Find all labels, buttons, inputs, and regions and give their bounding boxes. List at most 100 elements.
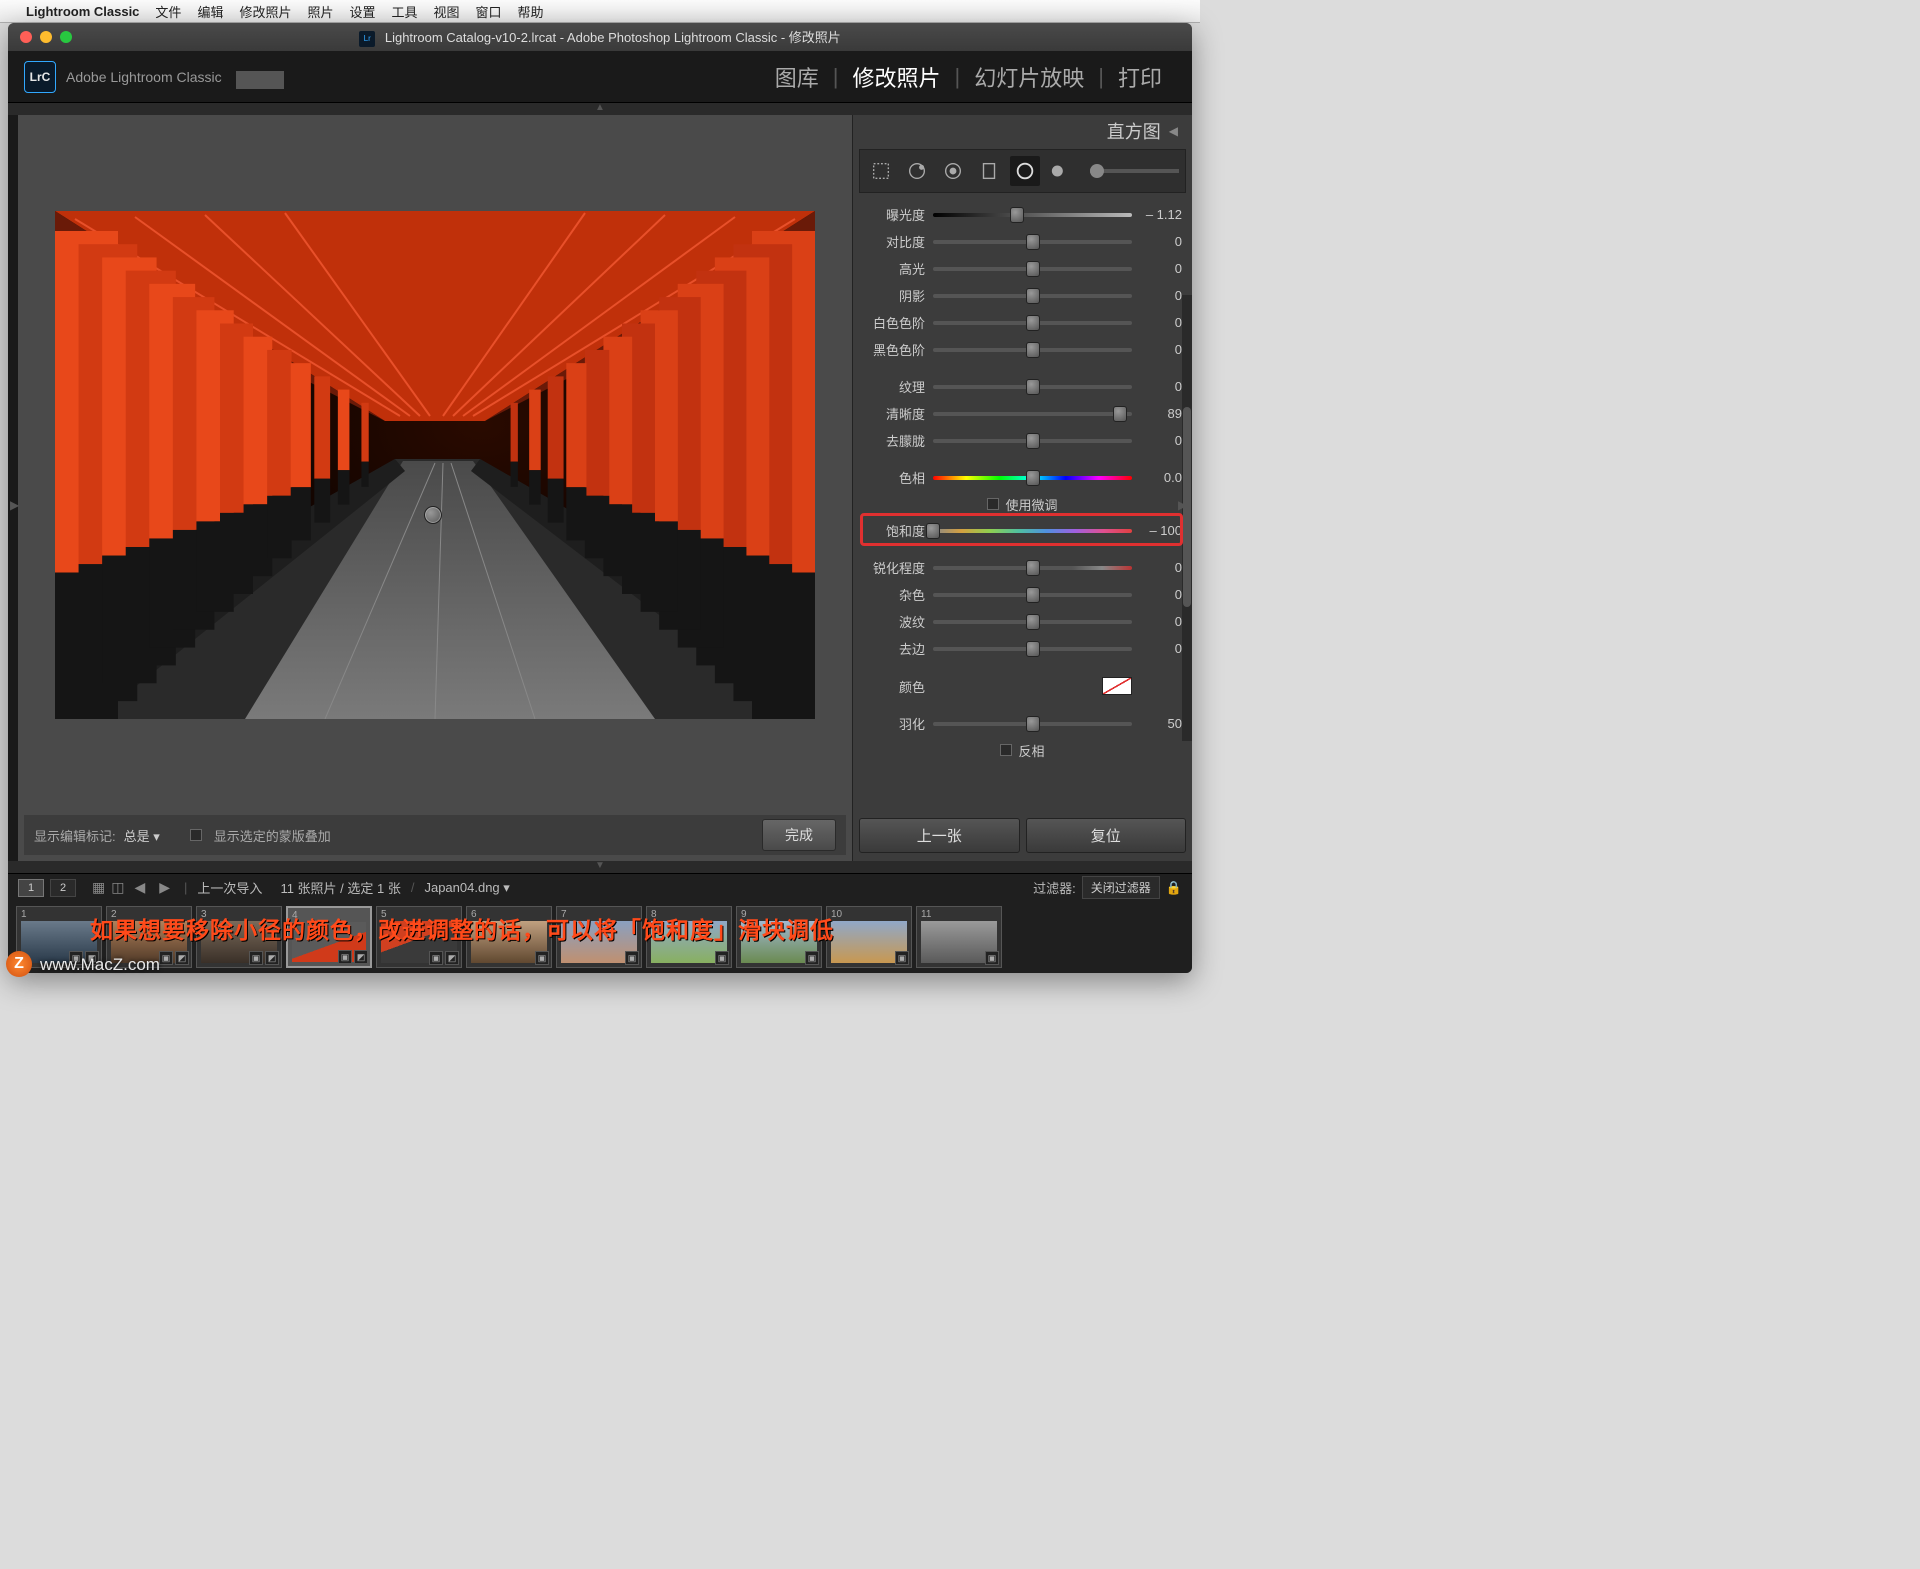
thumbnail-8[interactable]: 8▣ bbox=[646, 906, 732, 968]
monitor-1-button[interactable]: 1 bbox=[18, 879, 44, 897]
menu-file[interactable]: 文件 bbox=[155, 2, 181, 21]
spot-tool-icon[interactable] bbox=[902, 156, 932, 186]
slider-knob[interactable] bbox=[1026, 587, 1040, 603]
slider-track[interactable] bbox=[933, 722, 1132, 726]
color-swatch[interactable] bbox=[1102, 677, 1132, 695]
thumbnail-5[interactable]: 5▣◩ bbox=[376, 906, 462, 968]
slider-knob[interactable] bbox=[1026, 315, 1040, 331]
slider-knob[interactable] bbox=[1026, 433, 1040, 449]
histogram-panel-header[interactable]: 直方图 ◀ bbox=[853, 115, 1192, 147]
slider-value[interactable]: 0 bbox=[1132, 379, 1182, 394]
gradient-tool-icon[interactable] bbox=[974, 156, 1004, 186]
done-button[interactable]: 完成 bbox=[762, 819, 836, 851]
thumbnail-10[interactable]: 10▣ bbox=[826, 906, 912, 968]
panel-collapse-bottom[interactable]: ▼ bbox=[8, 861, 1192, 873]
slider-track[interactable] bbox=[933, 412, 1132, 416]
slider-track[interactable] bbox=[933, 321, 1132, 325]
slider-value[interactable]: 89 bbox=[1132, 406, 1182, 421]
radial-tool-icon[interactable] bbox=[1010, 156, 1040, 186]
right-expand-chevron[interactable]: ▶ bbox=[1178, 498, 1190, 518]
thumbnail-6[interactable]: 6▣ bbox=[466, 906, 552, 968]
adjustment-pin[interactable] bbox=[424, 506, 442, 524]
minimize-button[interactable] bbox=[40, 31, 52, 43]
slider-track[interactable] bbox=[933, 566, 1132, 570]
menu-tools[interactable]: 工具 bbox=[392, 2, 418, 21]
photo-preview[interactable] bbox=[55, 211, 815, 719]
slider-value[interactable]: 0 bbox=[1132, 433, 1182, 448]
slider-track[interactable] bbox=[933, 348, 1132, 352]
slider-value[interactable]: 0 bbox=[1132, 261, 1182, 276]
module-0[interactable]: 图库 bbox=[761, 61, 833, 93]
slider-track[interactable] bbox=[933, 647, 1132, 651]
menu-help[interactable]: 帮助 bbox=[518, 2, 544, 21]
slider-value[interactable]: 0 bbox=[1132, 342, 1182, 357]
slider-value[interactable]: 0.0 bbox=[1132, 470, 1182, 485]
slider-knob[interactable] bbox=[926, 523, 940, 539]
previous-button[interactable]: 上一张 bbox=[859, 818, 1020, 853]
slider-track[interactable] bbox=[933, 240, 1132, 244]
slider-value[interactable]: 50 bbox=[1132, 716, 1182, 731]
close-button[interactable] bbox=[20, 31, 32, 43]
source-label[interactable]: 上一次导入 bbox=[197, 878, 262, 897]
brush-size-slider[interactable] bbox=[1090, 169, 1179, 173]
menu-settings[interactable]: 设置 bbox=[349, 2, 375, 21]
slider-knob[interactable] bbox=[1026, 234, 1040, 250]
slider-track[interactable] bbox=[933, 385, 1132, 389]
filter-lock-icon[interactable]: 🔒 bbox=[1166, 880, 1182, 896]
slider-knob[interactable] bbox=[1026, 716, 1040, 732]
slider-knob[interactable] bbox=[1026, 261, 1040, 277]
slider-value[interactable]: 0 bbox=[1132, 560, 1182, 575]
redeye-tool-icon[interactable] bbox=[938, 156, 968, 186]
panel-collapse-icon[interactable]: ◀ bbox=[1169, 124, 1178, 138]
edit-pins-dropdown[interactable]: 总是 ▾ bbox=[124, 826, 160, 845]
slider-track[interactable] bbox=[933, 593, 1132, 597]
filter-select[interactable]: 关闭过滤器 bbox=[1082, 876, 1160, 899]
module-3[interactable]: 打印 bbox=[1104, 61, 1176, 93]
slider-value[interactable]: 0 bbox=[1132, 614, 1182, 629]
slider-track[interactable] bbox=[933, 476, 1132, 480]
slider-value[interactable]: 0 bbox=[1132, 315, 1182, 330]
left-expand-chevron[interactable]: ▶ bbox=[10, 498, 22, 518]
slider-value[interactable]: 0 bbox=[1132, 641, 1182, 656]
compare-view-icon[interactable]: ◫ bbox=[111, 879, 124, 896]
slider-knob[interactable] bbox=[1026, 379, 1040, 395]
zoom-button[interactable] bbox=[60, 31, 72, 43]
slider-value[interactable]: – 1.12 bbox=[1132, 207, 1182, 222]
slider-knob[interactable] bbox=[1026, 614, 1040, 630]
slider-knob[interactable] bbox=[1026, 342, 1040, 358]
slider-track[interactable] bbox=[933, 267, 1132, 271]
mask-overlay-checkbox[interactable] bbox=[190, 829, 202, 841]
nav-back-arrow[interactable]: ◀ bbox=[130, 879, 149, 896]
slider-track[interactable] bbox=[933, 529, 1132, 533]
thumbnail-7[interactable]: 7▣ bbox=[556, 906, 642, 968]
slider-knob[interactable] bbox=[1010, 207, 1024, 223]
slider-knob[interactable] bbox=[1113, 406, 1127, 422]
slider-knob[interactable] bbox=[1026, 641, 1040, 657]
slider-value[interactable]: 0 bbox=[1132, 288, 1182, 303]
crop-tool-icon[interactable] bbox=[866, 156, 896, 186]
slider-track[interactable] bbox=[933, 213, 1132, 217]
module-2[interactable]: 幻灯片放映 bbox=[960, 61, 1098, 93]
panel-collapse-top[interactable]: ▲ bbox=[8, 103, 1192, 115]
slider-knob[interactable] bbox=[1026, 470, 1040, 486]
checkbox[interactable] bbox=[1000, 744, 1012, 756]
menu-photo[interactable]: 照片 bbox=[307, 2, 333, 21]
menu-develop[interactable]: 修改照片 bbox=[239, 2, 291, 21]
menu-view[interactable]: 视图 bbox=[434, 2, 460, 21]
menu-edit[interactable]: 编辑 bbox=[197, 2, 223, 21]
thumbnail-11[interactable]: 11▣ bbox=[916, 906, 1002, 968]
slider-track[interactable] bbox=[933, 439, 1132, 443]
left-panel-collapsed[interactable] bbox=[8, 115, 18, 861]
reset-button[interactable]: 复位 bbox=[1026, 818, 1187, 853]
monitor-2-button[interactable]: 2 bbox=[50, 879, 76, 897]
module-1[interactable]: 修改照片 bbox=[839, 61, 955, 93]
slider-value[interactable]: – 100 bbox=[1132, 523, 1182, 538]
slider-knob[interactable] bbox=[1026, 288, 1040, 304]
brush-tool-icon[interactable] bbox=[1046, 156, 1076, 186]
slider-knob[interactable] bbox=[1026, 560, 1040, 576]
thumbnail-9[interactable]: 9▣ bbox=[736, 906, 822, 968]
slider-track[interactable] bbox=[933, 294, 1132, 298]
nav-forward-arrow[interactable]: ▶ bbox=[155, 879, 174, 896]
menubar-app-name[interactable]: Lightroom Classic bbox=[26, 4, 139, 19]
grid-view-icon[interactable]: ▦ bbox=[92, 879, 105, 896]
